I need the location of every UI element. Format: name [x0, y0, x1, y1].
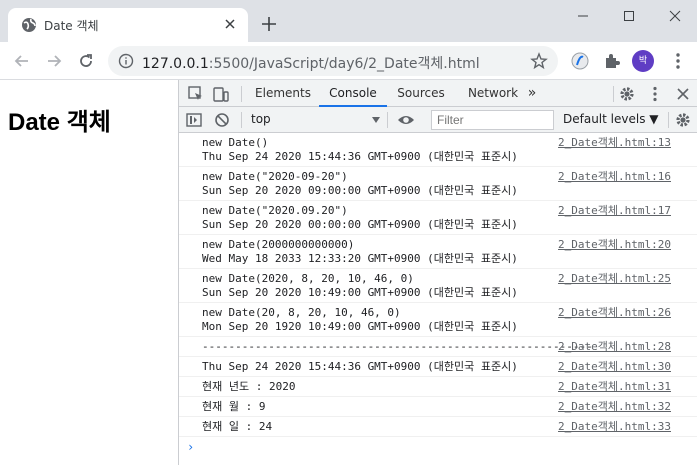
more-tabs-chevron[interactable]: » [523, 80, 541, 107]
minimize-icon[interactable] [572, 7, 594, 25]
source-link[interactable]: 2_Date객체.html:16 [558, 170, 671, 184]
sidebar-toggle-icon[interactable] [185, 111, 203, 129]
new-tab-icon[interactable] [260, 15, 278, 33]
console-message-text: Thu Sep 24 2020 15:44:36 GMT+0900 (대한민국 … [202, 150, 518, 163]
console-message-text: Sun Sep 20 2020 09:00:00 GMT+0900 (대한민국 … [202, 184, 518, 197]
toolbar-divider [241, 86, 242, 102]
source-link[interactable]: 2_Date객체.html:33 [558, 420, 671, 434]
context-selector[interactable]: top [251, 112, 271, 126]
console-prompt[interactable]: › [179, 437, 697, 454]
url-host: 127.0.0.1 [142, 56, 209, 72]
console-message: new Date(20, 8, 20, 10, 46, 0) Mon Sep 20… [179, 303, 697, 337]
extension-icon[interactable] [570, 51, 590, 71]
close-window-icon[interactable] [664, 7, 686, 25]
profile-avatar[interactable]: 박 [632, 50, 654, 72]
bookmark-star-icon[interactable] [530, 52, 548, 70]
source-link[interactable]: 2_Date객체.html:28 [558, 340, 671, 354]
console-message-text: Wed May 18 2033 12:33:20 GMT+0900 (대한민국 … [202, 252, 518, 265]
toolbar-divider [387, 112, 388, 128]
eye-icon[interactable] [397, 111, 415, 129]
close-devtools-icon[interactable] [674, 85, 692, 103]
console-message: new Date() Thu Sep 24 2020 15:44:36 GMT+0… [179, 133, 697, 167]
close-tab-icon[interactable] [222, 16, 238, 32]
console-toolbar: top Default levels ▼ [179, 107, 697, 133]
console-message: new Date(2000000000000) Wed May 18 2033 1… [179, 235, 697, 269]
info-icon[interactable] [118, 53, 134, 69]
console-message-text: Mon Sep 20 1920 10:49:00 GMT+0900 (대한민국 … [202, 320, 518, 333]
console-message: ----------------------------------------… [179, 337, 697, 357]
console-message: 현재 일 : 24 2_Date객체.html:33 [179, 417, 697, 437]
source-link[interactable]: 2_Date객체.html:32 [558, 400, 671, 414]
settings-gear-icon[interactable] [618, 85, 636, 103]
address-bar[interactable]: 127.0.0.1:5500/JavaScript/day6/2_Date객체.… [108, 46, 558, 76]
browser-tab[interactable]: Date 객체 [8, 8, 248, 42]
page-heading: Date 객체 [8, 109, 111, 136]
console-message: 현재 월 : 9 2_Date객체.html:32 [179, 397, 697, 417]
url-path: :5500/JavaScript/day6/2_Date객체.html [208, 56, 480, 72]
source-link[interactable]: 2_Date객체.html:17 [558, 204, 671, 218]
source-link[interactable]: 2_Date객체.html:13 [558, 136, 671, 150]
tab-title: Date 객체 [44, 19, 99, 33]
source-link[interactable]: 2_Date객체.html:26 [558, 306, 671, 320]
inspect-element-icon[interactable] [187, 85, 205, 103]
source-link[interactable]: 2_Date객체.html:30 [558, 360, 671, 374]
source-link[interactable]: 2_Date객체.html:20 [558, 238, 671, 252]
toolbar-divider [668, 112, 669, 128]
globe-icon [22, 18, 36, 32]
toolbar-divider [241, 112, 242, 128]
devtools-panel: Elements Console Sources Network » top F… [178, 80, 697, 465]
console-message-text: Sun Sep 20 2020 00:00:00 GMT+0900 (대한민국 … [202, 218, 518, 231]
maximize-icon[interactable] [618, 7, 640, 25]
kebab-menu-icon[interactable] [670, 51, 686, 71]
forward-arrow-icon[interactable] [44, 51, 64, 71]
url-text[interactable]: 127.0.0.1:5500/JavaScript/day6/2_Date객체.… [142, 53, 480, 73]
tab-elements[interactable]: Elements [249, 80, 317, 107]
devtools-menu-icon[interactable] [646, 85, 664, 103]
context-dropdown-arrow-icon[interactable] [371, 115, 381, 125]
console-messages: new Date() Thu Sep 24 2020 15:44:36 GMT+0… [179, 133, 697, 454]
tab-network[interactable]: Network [455, 80, 531, 107]
toolbar-divider [613, 86, 614, 102]
console-settings-gear-icon[interactable] [674, 111, 692, 129]
tab-sources[interactable]: Sources [387, 80, 455, 107]
console-message: 현재 년도 : 2020 2_Date객체.html:31 [179, 377, 697, 397]
tab-strip: Date 객체 [0, 0, 697, 42]
clear-console-icon[interactable] [213, 111, 231, 129]
source-link[interactable]: 2_Date객체.html:31 [558, 380, 671, 394]
console-message: new Date("2020-09-20") Sun Sep 20 2020 09… [179, 167, 697, 201]
console-message: new Date("2020.09.20") Sun Sep 20 2020 00… [179, 201, 697, 235]
source-link[interactable]: 2_Date객체.html:25 [558, 272, 671, 286]
devtools-tab-bar: Elements Console Sources Network » [179, 80, 697, 107]
console-message: new Date(2020, 8, 20, 10, 46, 0) Sun Sep … [179, 269, 697, 303]
reload-icon[interactable] [76, 51, 96, 71]
device-toolbar-icon[interactable] [212, 85, 230, 103]
puzzle-icon[interactable] [602, 51, 622, 71]
log-levels-dropdown[interactable]: Default levels ▼ [563, 112, 659, 126]
console-filter-input[interactable] [431, 110, 554, 130]
back-arrow-icon[interactable] [12, 51, 32, 71]
console-message-text: Sun Sep 20 2020 10:49:00 GMT+0900 (대한민국 … [202, 286, 518, 299]
tab-console[interactable]: Console [319, 80, 387, 107]
console-message: Thu Sep 24 2020 15:44:36 GMT+0900 (대한민국 … [179, 357, 697, 377]
